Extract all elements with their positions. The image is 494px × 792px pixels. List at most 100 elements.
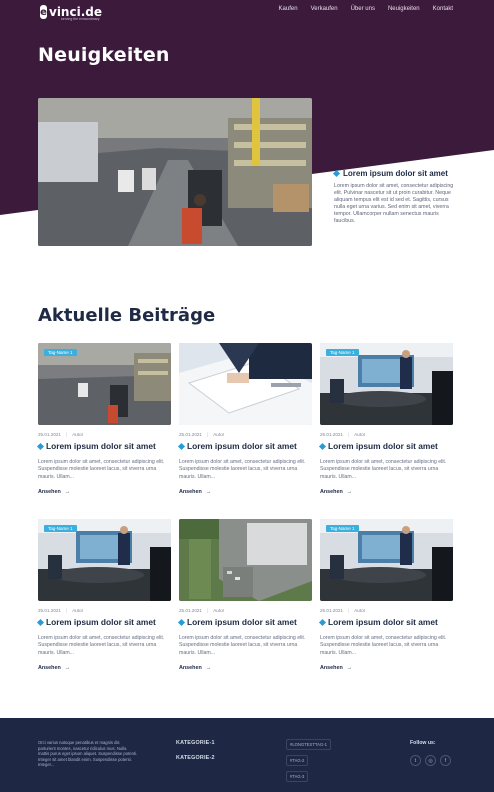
read-more-link[interactable]: Ansehen → <box>38 665 171 671</box>
article-date: 25.01.2021 <box>320 432 343 437</box>
article-image[interactable]: Tag-Name 1 <box>320 343 453 425</box>
diamond-icon <box>36 442 45 450</box>
article-title-row[interactable]: Lorem ipsum dolor sit amet <box>36 617 171 627</box>
follow-us: Follow us: t ◎ f <box>410 740 451 766</box>
site-logo[interactable]: e vinci.de serving the extraordinary <box>40 3 102 21</box>
article-title: Lorem ipsum dolor sit amet <box>46 617 156 627</box>
article-author: Autor <box>72 432 84 437</box>
read-more-link[interactable]: Ansehen → <box>38 489 171 495</box>
article-meta: 25.01.2021 | Autor <box>179 608 312 613</box>
article-card[interactable]: Tag-Name 1 25.01.2021 | Autor Lorem ipsum do… <box>36 519 171 671</box>
featured-article-title-row[interactable]: Lorem ipsum dolor sit amet <box>332 169 460 178</box>
article-image[interactable]: Tag-Name 1 <box>320 519 453 601</box>
diamond-icon <box>177 442 186 450</box>
facebook-icon[interactable]: f <box>440 755 451 766</box>
instagram-icon[interactable]: ◎ <box>425 755 436 766</box>
read-more-label: Ansehen <box>38 664 61 671</box>
article-image[interactable]: Tag-Name 1 <box>38 519 171 601</box>
diamond-icon <box>177 618 186 626</box>
article-date: 25.01.2021 <box>320 608 343 613</box>
nav-item-neuigkeiten[interactable]: Neuigkeiten <box>388 6 420 12</box>
article-meta: 25.01.2021 | Autor <box>38 608 171 613</box>
article-card[interactable]: Tag-Name 1 25.01.2021 | Autor Lorem ipsum do… <box>318 519 453 671</box>
nav-item-ueber-uns[interactable]: Über uns <box>351 6 375 12</box>
diamond-icon <box>318 442 327 450</box>
article-title-row[interactable]: Lorem ipsum dolor sit amet <box>177 617 312 627</box>
footer-category-link[interactable]: KATEGORIE-2 <box>176 755 215 761</box>
diamond-icon <box>332 169 341 178</box>
site-footer: Orci varius natoque penatibus et magnis … <box>0 718 494 792</box>
article-author: Autor <box>354 432 366 437</box>
read-more-label: Ansehen <box>179 664 202 671</box>
article-image[interactable] <box>179 519 312 601</box>
article-meta: 25.01.2021 | Autor <box>38 432 171 437</box>
footer-category-link[interactable]: KATEGORIE-1 <box>176 740 215 746</box>
social-links: t ◎ f <box>410 755 451 766</box>
article-excerpt: Lorem ipsum dolor sit amet, consectetur … <box>320 635 447 656</box>
footer-tag[interactable]: #LONGTEXTTAG-1 <box>286 739 331 750</box>
nav-item-kontakt[interactable]: Kontakt <box>433 6 453 12</box>
diamond-icon <box>36 618 45 626</box>
article-tag[interactable]: Tag-Name 1 <box>44 525 77 532</box>
article-title-row[interactable]: Lorem ipsum dolor sit amet <box>177 441 312 451</box>
read-more-link[interactable]: Ansehen → <box>320 665 453 671</box>
article-author: Autor <box>354 608 366 613</box>
section-title: Aktuelle Beiträge <box>38 305 216 326</box>
follow-us-title: Follow us: <box>410 740 436 746</box>
article-title: Lorem ipsum dolor sit amet <box>187 617 297 627</box>
footer-tag[interactable]: #TAG-3 <box>286 771 309 782</box>
read-more-link[interactable]: Ansehen → <box>179 489 312 495</box>
article-title-row[interactable]: Lorem ipsum dolor sit amet <box>318 441 453 451</box>
article-card[interactable]: Tag-Name 1 25.01.2021 | Autor Lorem ipsum do… <box>36 343 171 495</box>
article-card[interactable]: 25.01.2021 | Autor Lorem ipsum dolor sit am… <box>177 343 312 495</box>
nav-item-verkaufen[interactable]: Verkaufen <box>311 6 338 12</box>
article-meta: 25.01.2021 | Autor <box>320 432 453 437</box>
footer-about-text: Orci varius natoque penatibus et magnis … <box>38 740 138 768</box>
nav-item-kaufen[interactable]: Kaufen <box>279 6 298 12</box>
article-excerpt: Lorem ipsum dolor sit amet, consectetur … <box>179 459 306 480</box>
page-title: Neuigkeiten <box>38 44 170 66</box>
arrow-right-icon: → <box>346 664 353 671</box>
article-author: Autor <box>213 608 225 613</box>
article-card[interactable]: Tag-Name 1 25.01.2021 | Autor Lorem ipsum do… <box>318 343 453 495</box>
main-nav: Kaufen Verkaufen Über uns Neuigkeiten Ko… <box>279 6 453 12</box>
arrow-right-icon: → <box>205 488 212 495</box>
logo-badge: e <box>40 5 47 19</box>
twitter-icon[interactable]: t <box>410 755 421 766</box>
featured-article: Lorem ipsum dolor sit amet Lorem ipsum d… <box>332 169 460 225</box>
read-more-label: Ansehen <box>320 488 343 495</box>
read-more-link[interactable]: Ansehen → <box>179 665 312 671</box>
article-tag[interactable]: Tag-Name 1 <box>44 349 77 356</box>
article-card[interactable]: 25.01.2021 | Autor Lorem ipsum dolor sit am… <box>177 519 312 671</box>
footer-tag[interactable]: #TAG-2 <box>286 755 309 766</box>
article-image[interactable] <box>179 343 312 425</box>
article-title-row[interactable]: Lorem ipsum dolor sit amet <box>318 617 453 627</box>
diamond-icon <box>318 618 327 626</box>
article-tag[interactable]: Tag-Name 1 <box>326 349 359 356</box>
article-tag[interactable]: Tag-Name 1 <box>326 525 359 532</box>
article-date: 25.01.2021 <box>38 432 61 437</box>
article-date: 25.01.2021 <box>179 608 202 613</box>
arrow-right-icon: → <box>205 664 212 671</box>
article-excerpt: Lorem ipsum dolor sit amet, consectetur … <box>38 459 165 480</box>
warehouse-photo <box>38 98 312 246</box>
read-more-label: Ansehen <box>179 488 202 495</box>
article-title: Lorem ipsum dolor sit amet <box>328 441 438 451</box>
footer-categories: KATEGORIE-1 KATEGORIE-2 <box>176 740 215 761</box>
article-author: Autor <box>213 432 225 437</box>
article-author: Autor <box>72 608 84 613</box>
meta-separator: | <box>207 432 209 437</box>
footer-tags: #LONGTEXTTAG-1 #TAG-2 #TAG-3 <box>286 739 331 782</box>
read-more-link[interactable]: Ansehen → <box>320 489 453 495</box>
article-title-row[interactable]: Lorem ipsum dolor sit amet <box>36 441 171 451</box>
read-more-label: Ansehen <box>38 488 61 495</box>
meta-separator: | <box>348 608 350 613</box>
meta-separator: | <box>66 608 68 613</box>
article-title: Lorem ipsum dolor sit amet <box>328 617 438 627</box>
article-excerpt: Lorem ipsum dolor sit amet, consectetur … <box>320 459 447 480</box>
article-image[interactable]: Tag-Name 1 <box>38 343 171 425</box>
arrow-right-icon: → <box>64 664 71 671</box>
featured-article-image[interactable] <box>38 98 312 246</box>
read-more-label: Ansehen <box>320 664 343 671</box>
meta-separator: | <box>207 608 209 613</box>
